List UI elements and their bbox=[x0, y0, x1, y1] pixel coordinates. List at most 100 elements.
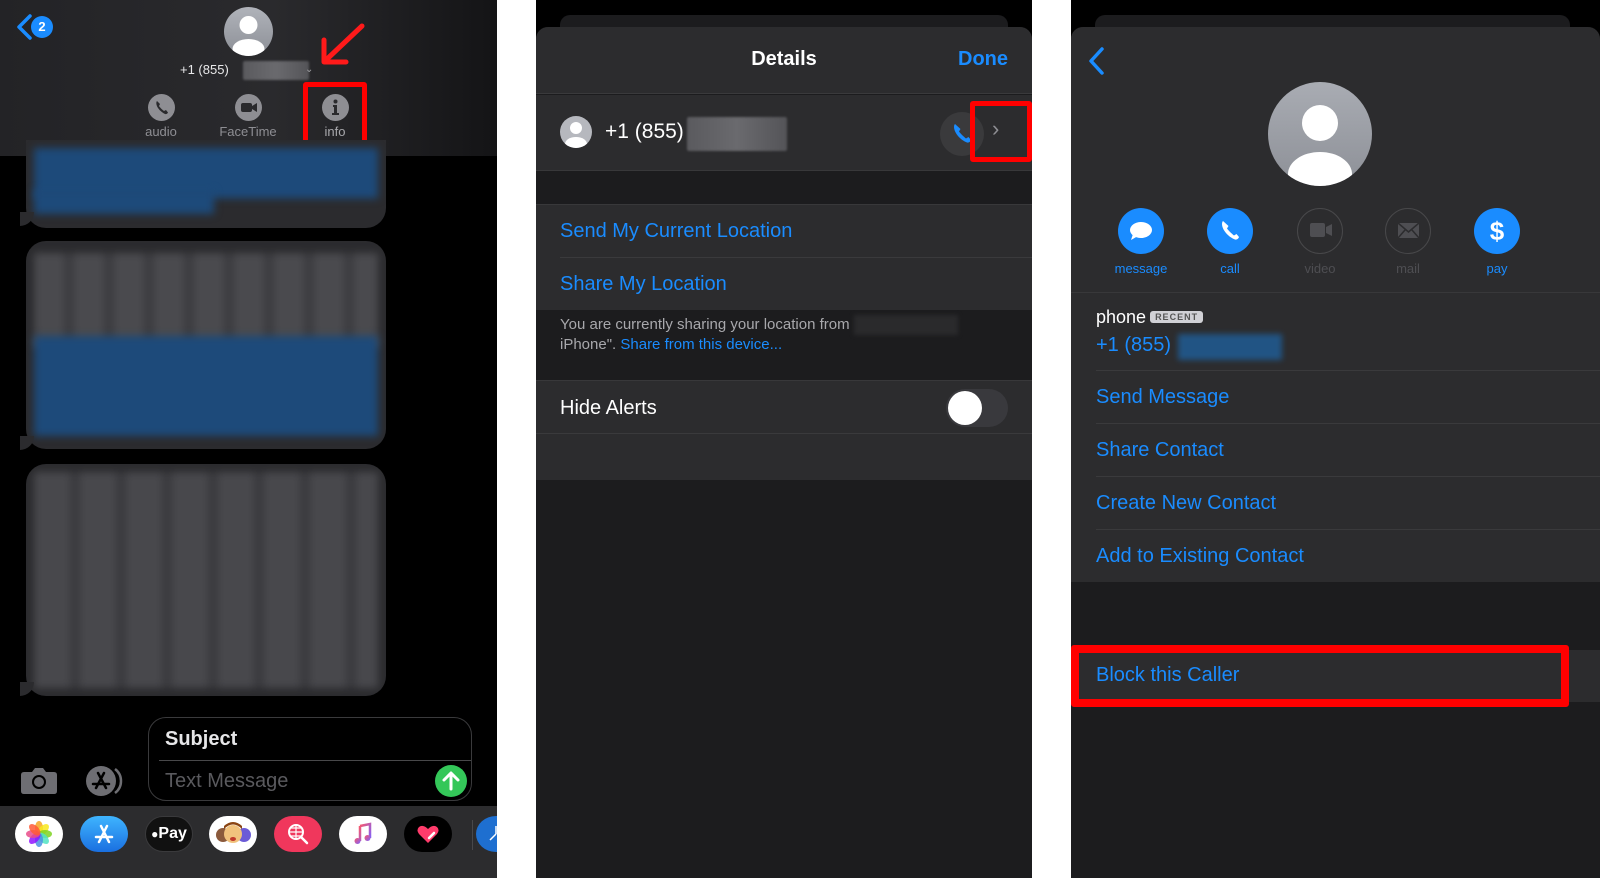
phone-number-link[interactable]: +1 (855) bbox=[1096, 334, 1171, 357]
contact-avatar bbox=[560, 116, 592, 148]
details-screen: Details Done +1 (855) › Send My Current … bbox=[536, 0, 1032, 878]
apple-pay-app-button[interactable]: ● Pay bbox=[145, 816, 193, 852]
share-contact-link[interactable]: Share Contact bbox=[1096, 439, 1224, 462]
text-message-input[interactable] bbox=[165, 770, 425, 793]
contact-info-screen: message call video mail $ pay phone RECEN… bbox=[1071, 0, 1600, 878]
redacted-phone-digits bbox=[1178, 334, 1282, 360]
app-store-app-button[interactable] bbox=[80, 816, 128, 852]
call-action-button[interactable]: call bbox=[1195, 208, 1265, 276]
add-to-existing-contact-link[interactable]: Add to Existing Contact bbox=[1096, 545, 1304, 568]
call-action-label: call bbox=[1220, 261, 1240, 276]
mail-action-label: mail bbox=[1396, 261, 1420, 276]
facetime-button[interactable]: FaceTime bbox=[218, 94, 278, 139]
audio-label: audio bbox=[145, 124, 177, 139]
pay-action-label: pay bbox=[1486, 261, 1508, 276]
message-composer[interactable]: Subject bbox=[148, 717, 472, 801]
share-from-this-device-link[interactable]: Share from this device... bbox=[620, 336, 782, 353]
music-app-button[interactable] bbox=[339, 816, 387, 852]
hide-alerts-section: Hide Alerts bbox=[536, 380, 1032, 480]
send-button[interactable] bbox=[435, 765, 467, 797]
globe-search-icon bbox=[288, 824, 309, 845]
contact-avatar bbox=[1268, 82, 1372, 186]
pay-action-button[interactable]: $ pay bbox=[1462, 208, 1532, 276]
memoji-icon bbox=[216, 822, 251, 843]
conversation-header: 2 +1 (855) ⌄ audio FaceTime info bbox=[0, 0, 497, 156]
imessage-app-drawer: ● Pay bbox=[0, 806, 497, 878]
phone-field-label: phone RECENT bbox=[1096, 307, 1204, 328]
red-highlight-chevron bbox=[970, 101, 1032, 162]
footnote-text-suffix: iPhone". bbox=[560, 336, 617, 353]
contact-avatar[interactable] bbox=[224, 7, 273, 56]
more-app-button[interactable] bbox=[476, 816, 497, 852]
clock-icon bbox=[489, 826, 497, 841]
apple-pay-label: Pay bbox=[158, 825, 187, 842]
footnote-text: You are currently sharing your location … bbox=[560, 316, 850, 333]
phone-label-text: phone bbox=[1096, 307, 1147, 327]
chevron-down-icon[interactable]: ⌄ bbox=[305, 64, 313, 75]
person-silhouette-icon bbox=[232, 16, 265, 56]
message-bubble bbox=[26, 241, 386, 449]
memoji-app-button[interactable] bbox=[209, 816, 257, 852]
contact-phone-number: +1 (855) bbox=[605, 120, 684, 143]
row-divider bbox=[560, 257, 1032, 258]
subject-field[interactable]: Subject bbox=[165, 728, 237, 751]
recent-badge: RECENT bbox=[1150, 311, 1204, 323]
mail-icon bbox=[1385, 208, 1431, 254]
location-section: Send My Current Location Share My Locati… bbox=[536, 204, 1032, 310]
camera-icon[interactable] bbox=[20, 765, 58, 795]
video-camera-icon bbox=[1297, 208, 1343, 254]
composer-divider bbox=[159, 760, 471, 761]
hide-alerts-toggle[interactable] bbox=[946, 389, 1008, 427]
location-sharing-footnote: You are currently sharing your location … bbox=[560, 315, 1010, 355]
video-action-button: video bbox=[1285, 208, 1355, 276]
redacted-phone-digits bbox=[243, 61, 309, 80]
video-camera-icon bbox=[234, 94, 262, 121]
unread-count-badge[interactable]: 2 bbox=[31, 16, 53, 38]
send-current-location-link[interactable]: Send My Current Location bbox=[560, 220, 792, 243]
contact-row[interactable]: +1 (855) › bbox=[536, 95, 1032, 171]
messages-conversation-screen: 2 +1 (855) ⌄ audio FaceTime info Subject… bbox=[0, 0, 497, 878]
music-icon bbox=[354, 822, 372, 844]
redacted-device-name bbox=[853, 315, 958, 335]
arrow-up-icon bbox=[442, 771, 460, 791]
row-divider bbox=[1096, 423, 1600, 424]
dollar-icon: $ bbox=[1474, 208, 1520, 254]
row-divider bbox=[1096, 370, 1600, 371]
create-new-contact-link[interactable]: Create New Contact bbox=[1096, 492, 1276, 515]
section-divider bbox=[1071, 292, 1600, 293]
bubble-tail bbox=[20, 212, 34, 226]
apple-logo-icon: ● bbox=[151, 827, 159, 841]
message-action-button[interactable]: message bbox=[1106, 208, 1176, 276]
back-chevron-icon[interactable] bbox=[1087, 46, 1107, 76]
app-store-drawer-icon[interactable] bbox=[85, 765, 127, 797]
toggle-knob bbox=[948, 391, 982, 425]
message-bubble bbox=[26, 140, 386, 228]
person-silhouette-icon bbox=[565, 122, 587, 148]
bubble-tail bbox=[20, 682, 34, 696]
photos-app-button[interactable] bbox=[15, 816, 63, 852]
app-store-icon bbox=[94, 824, 114, 844]
facetime-label: FaceTime bbox=[219, 124, 277, 139]
heart-icon bbox=[417, 825, 439, 843]
mail-action-button: mail bbox=[1373, 208, 1443, 276]
audio-call-button[interactable]: audio bbox=[131, 94, 191, 139]
digital-touch-app-button[interactable] bbox=[404, 816, 452, 852]
contact-phone-number[interactable]: +1 (855) bbox=[180, 62, 229, 77]
video-action-label: video bbox=[1304, 261, 1336, 276]
dock-divider bbox=[472, 820, 473, 850]
photos-icon bbox=[26, 821, 52, 847]
phone-icon bbox=[147, 94, 175, 121]
message-bubble-icon bbox=[1118, 208, 1164, 254]
red-highlight-block-caller bbox=[1071, 645, 1569, 707]
row-divider bbox=[536, 433, 1032, 434]
row-divider bbox=[1096, 476, 1600, 477]
message-action-label: message bbox=[1114, 261, 1168, 276]
redacted-phone-digits bbox=[687, 117, 787, 151]
done-button[interactable]: Done bbox=[958, 48, 1008, 71]
bubble-tail bbox=[20, 436, 34, 450]
images-search-app-button[interactable] bbox=[274, 816, 322, 852]
share-my-location-link[interactable]: Share My Location bbox=[560, 273, 727, 296]
hide-alerts-label: Hide Alerts bbox=[560, 397, 657, 419]
send-message-link[interactable]: Send Message bbox=[1096, 386, 1229, 409]
person-silhouette-icon bbox=[1288, 105, 1352, 186]
